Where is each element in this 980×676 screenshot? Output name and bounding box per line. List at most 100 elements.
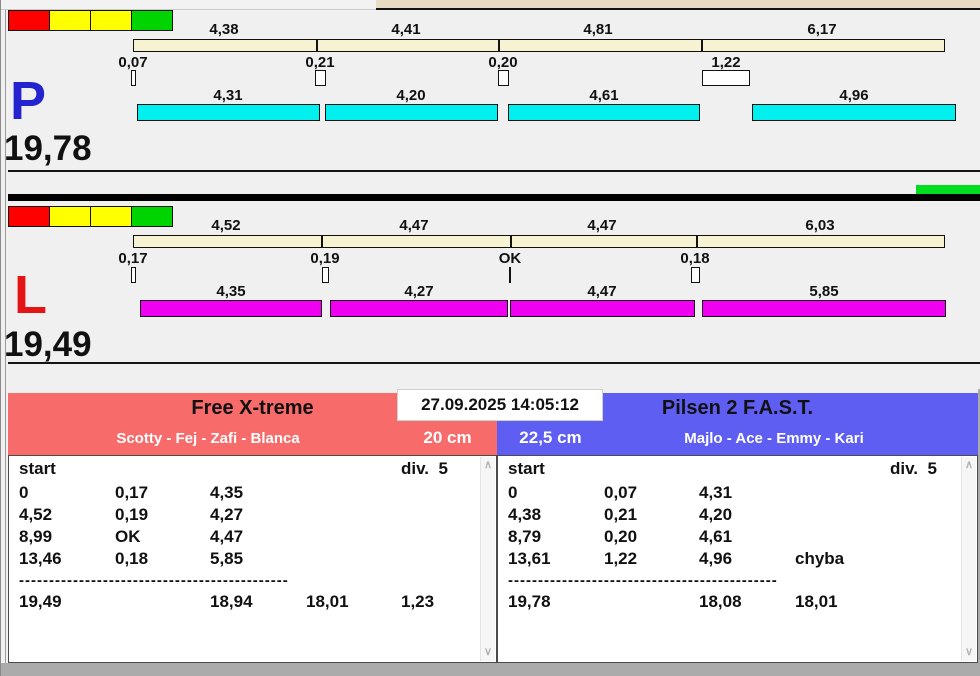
dog-time-label: 4,31 xyxy=(196,87,260,104)
table-separator-dashes: ----------------------------------------… xyxy=(19,572,289,588)
changeover-ok-marker xyxy=(509,267,511,283)
cell-changeover: 0,21 xyxy=(604,505,637,525)
table-row: 4,52 0,19 4,27 xyxy=(9,505,496,527)
lane-letter: L xyxy=(14,268,47,322)
dog-time-bar xyxy=(137,104,320,121)
split-divider-tick xyxy=(321,236,323,247)
cell-dog-time: 5,85 xyxy=(210,549,243,569)
changeover-time-label: 0,18 xyxy=(663,250,727,267)
dog-time-bar xyxy=(325,104,498,121)
cell-changeover: 0,19 xyxy=(115,505,148,525)
results-table-right: start div. 5 0 0,07 4,31 4,38 0,21 4,20 … xyxy=(497,455,978,663)
dog-time-bar xyxy=(140,300,322,317)
split-divider-tick xyxy=(696,236,698,247)
start-light-yellow-icon xyxy=(90,10,132,31)
best-time: 18,01 xyxy=(795,592,838,612)
cell-dog-time: 4,27 xyxy=(210,505,243,525)
scroll-up-icon[interactable]: ∧ xyxy=(481,460,495,471)
panel-separator-line xyxy=(8,170,980,172)
cell-changeover: 1,22 xyxy=(604,549,637,569)
dog-time-label: 4,20 xyxy=(379,87,443,104)
division-label: div. 5 xyxy=(401,459,448,479)
cell-start: 13,46 xyxy=(19,549,62,569)
lane-letter: P xyxy=(10,74,46,128)
cell-dog-time: 4,35 xyxy=(210,483,243,503)
split-progress-bar xyxy=(133,235,945,248)
start-column-header: start xyxy=(508,459,545,479)
cell-changeover: 0,18 xyxy=(115,549,148,569)
split-time-label: 6,03 xyxy=(788,217,852,234)
green-indicator-strip xyxy=(916,185,980,194)
start-column-header: start xyxy=(19,459,56,479)
start-light-red-icon xyxy=(8,206,50,227)
timing-app-window: 4,38 4,41 4,81 6,17 0,07 0,21 0,20 1,22 … xyxy=(0,0,980,676)
start-light-yellow-icon xyxy=(49,206,91,227)
cell-start: 8,99 xyxy=(19,527,52,547)
cell-start: 8,79 xyxy=(508,527,541,547)
table-scrollbar[interactable]: ∧ ∨ xyxy=(480,457,495,661)
background-titlebar-strip xyxy=(376,0,980,10)
net-time: 18,94 xyxy=(210,592,253,612)
total-time: 19,49 xyxy=(19,592,62,612)
changeover-time-label: 1,22 xyxy=(694,54,758,71)
cell-dog-time: 4,96 xyxy=(699,549,732,569)
jump-height-badge: 20 cm xyxy=(405,428,490,448)
cell-dog-time: 4,61 xyxy=(699,527,732,547)
split-time-label: 4,52 xyxy=(194,217,258,234)
table-row: 13,46 0,18 5,85 xyxy=(9,549,496,571)
scroll-down-icon[interactable]: ∨ xyxy=(481,647,495,658)
cell-dog-time: 4,31 xyxy=(699,483,732,503)
changeover-time-label: OK xyxy=(478,250,542,267)
division-label: div. 5 xyxy=(890,459,937,479)
split-time-label: 4,47 xyxy=(382,217,446,234)
background-window-edge xyxy=(0,0,980,10)
split-time-label: 4,41 xyxy=(374,21,438,38)
dog-time-label: 4,96 xyxy=(822,87,886,104)
table-totals-row: 19,49 18,94 18,01 1,23 xyxy=(9,592,496,614)
cell-changeover: 0,20 xyxy=(604,527,637,547)
diff-time: 1,23 xyxy=(401,592,434,612)
lane-total-time: 19,49 xyxy=(4,327,92,362)
dog-time-bar xyxy=(508,104,700,121)
start-light-yellow-icon xyxy=(49,10,91,31)
table-row: 8,99 OK 4,47 xyxy=(9,527,496,549)
start-light-yellow-icon xyxy=(90,206,132,227)
window-bottom-edge xyxy=(0,663,980,676)
split-time-label: 6,17 xyxy=(790,21,854,38)
changeover-time-label: 0,20 xyxy=(471,54,535,71)
start-light-green-icon xyxy=(131,206,173,227)
table-header-row: start div. 5 xyxy=(498,459,977,481)
table-row: 0 0,07 4,31 xyxy=(498,483,977,505)
results-table-left: start div. 5 0 0,17 4,35 4,52 0,19 4,27 … xyxy=(8,455,497,663)
cell-start: 0 xyxy=(508,483,517,503)
lane-divider-bar xyxy=(8,194,980,201)
team-members: Scotty - Fej - Zafi - Blanca xyxy=(8,430,408,447)
dog-time-bar xyxy=(510,300,695,317)
table-header-row: start div. 5 xyxy=(9,459,496,481)
split-time-label: 4,81 xyxy=(566,21,630,38)
scroll-down-icon[interactable]: ∨ xyxy=(962,647,976,658)
dog-time-label: 4,27 xyxy=(387,283,451,300)
cell-fault: chyba xyxy=(795,549,844,569)
changeover-marker xyxy=(131,267,136,283)
cell-dog-time: 4,47 xyxy=(210,527,243,547)
start-light-green-icon xyxy=(131,10,173,31)
dog-time-bar xyxy=(752,104,956,121)
dog-time-label: 5,85 xyxy=(792,283,856,300)
cell-start: 0 xyxy=(19,483,28,503)
start-light-red-icon xyxy=(8,10,50,31)
cell-changeover: 0,17 xyxy=(115,483,148,503)
cell-dog-time: 4,20 xyxy=(699,505,732,525)
table-scrollbar[interactable]: ∧ ∨ xyxy=(961,457,976,661)
table-totals-row: 19,78 18,08 18,01 xyxy=(498,592,977,614)
dog-time-label: 4,61 xyxy=(572,87,636,104)
changeover-marker xyxy=(702,70,750,86)
changeover-marker xyxy=(315,70,326,86)
table-row: 4,38 0,21 4,20 xyxy=(498,505,977,527)
cell-start: 13,61 xyxy=(508,549,551,569)
lane-total-time: 19,78 xyxy=(4,131,92,166)
scroll-up-icon[interactable]: ∧ xyxy=(962,460,976,471)
split-divider-tick xyxy=(498,40,500,51)
changeover-time-label: 0,17 xyxy=(101,250,165,267)
cell-start: 4,38 xyxy=(508,505,541,525)
